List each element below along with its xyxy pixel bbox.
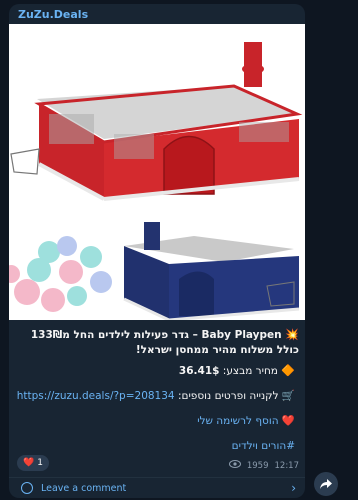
cart-icon: 🛒 (281, 390, 295, 402)
playpen-illustration (9, 42, 303, 320)
explosion-icon: 💥 (285, 328, 299, 341)
view-count: 1959 (246, 460, 269, 471)
message-meta: 1959 12:17 (228, 460, 300, 471)
price-value: 36.41$ (178, 365, 220, 377)
title-text: Baby Playpen – גדר פעילות לילדים החל מ13… (30, 329, 299, 356)
buy-label: לקנייה ופרטים נוספים: (177, 390, 279, 402)
wishlist-link[interactable]: הוסף לרשימה שלי (197, 415, 278, 427)
message-bubble: ZuZu.Deals 💥 Baby Playpen – גדר פעילות ל… (9, 4, 305, 498)
message-title: 💥 Baby Playpen – גדר פעילות לילדים החל מ… (17, 327, 299, 358)
hashtag-line: #הורים וילדים (232, 439, 295, 453)
price-line: 🔶 מחיר מבצע: 36.41$ (179, 364, 295, 378)
diamond-icon: 🔶 (281, 364, 295, 377)
heart-icon: ❤️ (281, 415, 295, 427)
channel-name[interactable]: ZuZu.Deals (18, 8, 88, 21)
product-photo[interactable] (9, 24, 305, 320)
heart-reaction-icon: ❤️ (23, 458, 35, 468)
price-label: מחיר מבצע: (222, 365, 278, 377)
buy-line: 🛒 לקנייה ופרטים נוספים: https://zuzu.dea… (17, 389, 295, 403)
wishlist-line: ❤️ הוסף לרשימה שלי (197, 414, 295, 428)
share-arrow-icon (320, 479, 332, 489)
reaction-pill[interactable]: ❤️ 1 (17, 455, 49, 471)
chevron-right-icon: › (291, 481, 296, 495)
product-link[interactable]: https://zuzu.deals/?p=208134 (17, 390, 175, 402)
hashtag-link[interactable]: #הורים וילדים (232, 440, 295, 452)
comment-icon (21, 482, 33, 494)
leave-comment-button[interactable]: Leave a comment › (9, 478, 305, 498)
message-time: 12:17 (274, 460, 300, 471)
leave-comment-label: Leave a comment (41, 482, 127, 494)
share-button[interactable] (314, 472, 338, 496)
reaction-count: 1 (37, 458, 43, 468)
eye-icon (228, 460, 241, 471)
